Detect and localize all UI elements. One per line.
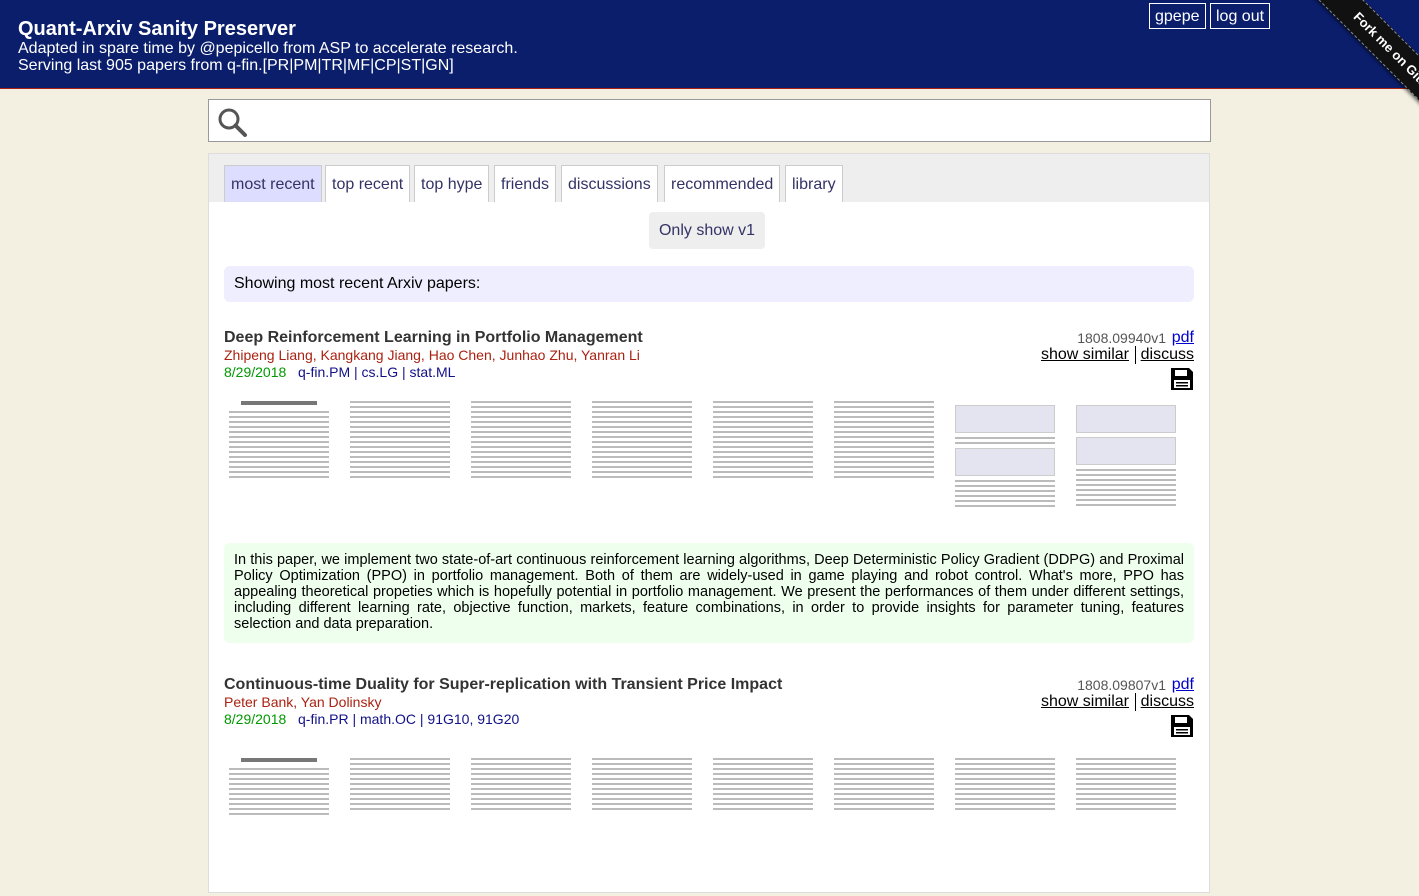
paper-entry: Continuous-time Duality for Super-replic… [224,676,1194,896]
tab-recommended[interactable]: recommended [664,165,781,202]
page-thumbnail [708,752,818,888]
page-thumbnail [466,752,576,888]
paper-authors[interactable]: Zhipeng Liang, Kangkang Jiang, Hao Chen,… [224,347,640,363]
tab-discussions[interactable]: discussions [561,165,658,202]
page-thumbnail [224,395,334,531]
tab-library[interactable]: library [785,165,843,202]
paper-abstract: In this paper, we implement two state-of… [224,543,1194,643]
paper-title[interactable]: Continuous-time Duality for Super-replic… [224,676,782,694]
page-thumbnail [1071,395,1181,531]
paper-date: 8/29/2018 [224,364,287,380]
site-title[interactable]: Quant-Arxiv Sanity Preserver [18,18,296,41]
search-bar [208,99,1211,142]
paper-title[interactable]: Deep Reinforcement Learning in Portfolio… [224,329,643,347]
username-button[interactable]: gpepe [1149,3,1206,29]
page-thumbnail [466,395,576,531]
tab-friends[interactable]: friends [494,165,557,202]
only-v1-button[interactable]: Only show v1 [649,212,765,249]
tagline: Adapted in spare time by @pepicello from… [18,40,518,57]
tab-top-hype[interactable]: top hype [414,165,490,202]
page-thumbnail [587,395,697,531]
page-thumbnail [950,752,1060,888]
pdf-link[interactable]: pdf [1172,676,1194,694]
paper-thumbnails[interactable] [224,752,1194,892]
paper-thumbnails[interactable] [224,395,1194,535]
page-thumbnail [224,752,334,888]
show-similar-link[interactable]: show similar [1041,346,1129,364]
tagline-papers: Serving last 905 papers from q-fin.[PR|P… [18,57,454,74]
search-icon [218,108,247,137]
page-thumbnail [829,752,939,888]
paper-categories[interactable]: q-fin.PR | math.OC | 91G10, 91G20 [298,711,519,727]
paper-categories[interactable]: q-fin.PM | cs.LG | stat.ML [298,364,455,380]
arxiv-id: 1808.09807v1 [1077,677,1166,693]
save-icon[interactable] [1170,367,1194,391]
header: Quant-Arxiv Sanity Preserver Adapted in … [0,0,1419,89]
save-icon[interactable] [1170,714,1194,738]
discuss-link[interactable]: discuss [1141,693,1194,711]
showing-label: Showing most recent Arxiv papers: [224,266,1194,302]
page-thumbnail [708,395,818,531]
pdf-link[interactable]: pdf [1172,329,1194,347]
main-panel: most recent top recent top hype friends … [208,153,1210,893]
fork-ribbon-label[interactable]: Fork me on GitHub [1314,0,1419,139]
link-separator [1135,346,1136,364]
page-thumbnail [587,752,697,888]
show-similar-link[interactable]: show similar [1041,693,1129,711]
arxiv-id: 1808.09940v1 [1077,330,1166,346]
fork-ribbon[interactable]: Fork me on GitHub [1279,0,1419,140]
logout-button[interactable]: log out [1210,3,1271,29]
page-thumbnail [950,395,1060,531]
paper-authors[interactable]: Peter Bank, Yan Dolinsky [224,694,381,710]
search-input[interactable] [255,102,1209,140]
tab-most-recent[interactable]: most recent [224,165,322,202]
page-thumbnail [829,395,939,531]
page-thumbnail [1071,752,1181,888]
tab-top-recent[interactable]: top recent [325,165,411,202]
page-thumbnail [345,752,455,888]
tab-bar: most recent top recent top hype friends … [209,154,1209,202]
paper-date: 8/29/2018 [224,711,287,727]
page-thumbnail [345,395,455,531]
link-separator [1135,693,1136,711]
paper-entry: Deep Reinforcement Learning in Portfolio… [224,329,1194,649]
discuss-link[interactable]: discuss [1141,346,1194,364]
